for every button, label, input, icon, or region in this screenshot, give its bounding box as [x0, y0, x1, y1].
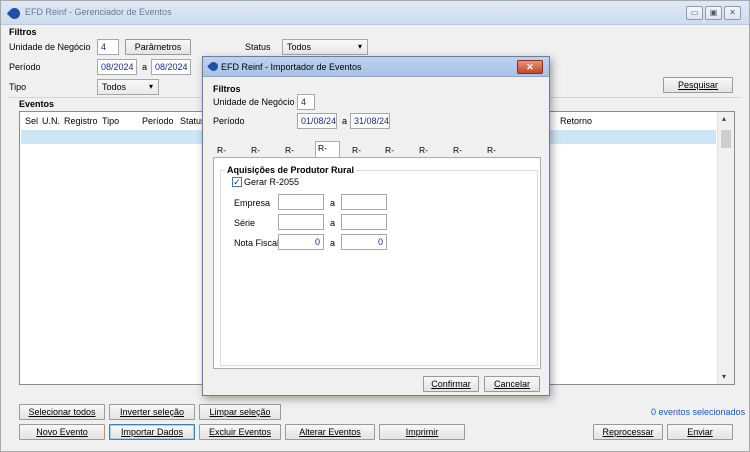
series-label: Série — [234, 218, 256, 228]
import-dialog: EFD Reinf - Importador de Eventos ✕ Filt… — [202, 56, 550, 396]
maximize-icon[interactable]: ▣ — [705, 6, 722, 20]
window-title: EFD Reinf - Gerenciador de Eventos — [25, 7, 172, 17]
invoice-from-field[interactable]: 0 — [278, 234, 324, 250]
status-label: Status — [245, 42, 271, 52]
company-from-field[interactable] — [278, 194, 324, 210]
new-event-label: Novo Evento — [36, 427, 88, 437]
scroll-up-icon[interactable]: ▴ — [722, 114, 726, 123]
column-header-sel[interactable]: Sel — [25, 116, 38, 126]
producer-group: Aquisições de Produtor Rural ✓ Gerar R-2… — [220, 165, 538, 366]
search-button[interactable]: Pesquisar — [663, 77, 733, 93]
tab-r-2010[interactable]: R-2010 — [214, 143, 239, 168]
generate-checkbox[interactable]: ✓ — [232, 177, 242, 187]
confirm-label: Confirmar — [431, 379, 471, 389]
select-all-label: Selecionar todos — [28, 407, 96, 417]
import-data-button[interactable]: Importar Dados — [109, 424, 195, 440]
reprocess-label: Reprocessar — [602, 427, 654, 437]
app-icon — [6, 5, 23, 22]
new-event-button[interactable]: Novo Evento — [19, 424, 105, 440]
scroll-down-icon[interactable]: ▾ — [722, 372, 726, 381]
selected-count: 0 eventos selecionados — [651, 407, 746, 417]
tab-page-r-2055: Aquisições de Produtor Rural ✓ Gerar R-2… — [213, 157, 541, 369]
invoice-label: Nota Fiscal — [234, 238, 280, 248]
dialog-close-button[interactable]: ✕ — [517, 60, 543, 74]
send-button[interactable]: Enviar — [667, 424, 733, 440]
tab-r-2055[interactable]: R-2055 — [315, 141, 340, 166]
chevron-down-icon: ▾ — [148, 82, 153, 91]
dialog-period-label: Período — [213, 116, 245, 126]
status-select-value: Todos — [287, 42, 312, 52]
period-to-field[interactable]: 08/2024 — [151, 59, 191, 75]
type-label: Tipo — [9, 82, 27, 92]
column-header-un[interactable]: U.N. — [42, 116, 60, 126]
company-to-field[interactable] — [341, 194, 387, 210]
period-label: Período — [9, 62, 41, 72]
tab-r-4010[interactable]: R-4010 — [382, 143, 407, 168]
company-range-sep: a — [330, 198, 336, 208]
dialog-period-separator: a — [342, 116, 348, 126]
app-icon — [207, 60, 220, 73]
dialog-title-bar: EFD Reinf - Importador de Eventos ✕ — [203, 57, 549, 77]
generate-checkbox-label[interactable]: Gerar R-2055 — [244, 177, 299, 187]
title-bar: EFD Reinf - Gerenciador de Eventos ▭ ▣ ✕ — [1, 1, 749, 25]
scrollbar-thumb[interactable] — [721, 130, 731, 148]
clear-selection-button[interactable]: Limpar seleção — [199, 404, 281, 420]
tab-r-4080[interactable]: R-4080 — [484, 143, 509, 168]
group-title: Aquisições de Produtor Rural — [225, 165, 357, 175]
filters-section-label: Filtros — [9, 27, 37, 37]
column-header-retorno[interactable]: Retorno — [560, 116, 592, 126]
import-data-label: Importar Dados — [120, 427, 184, 437]
invert-selection-button[interactable]: Inverter seleção — [109, 404, 195, 420]
cancel-button[interactable]: Cancelar — [484, 376, 540, 392]
column-header-periodo[interactable]: Período — [142, 116, 174, 126]
delete-events-button[interactable]: Excluir Eventos — [199, 424, 281, 440]
unit-label: Unidade de Negócio — [9, 42, 91, 52]
status-select[interactable]: Todos ▾ — [282, 39, 368, 55]
series-from-field[interactable] — [278, 214, 324, 230]
print-label: Imprimir — [405, 427, 439, 437]
column-header-tipo[interactable]: Tipo — [102, 116, 119, 126]
unit-field[interactable]: 4 — [97, 39, 119, 55]
tab-r-4040[interactable]: R-4040 — [450, 143, 475, 168]
type-select-value: Todos — [102, 82, 127, 92]
change-events-button[interactable]: Alterar Eventos — [285, 424, 375, 440]
confirm-button[interactable]: Confirmar — [423, 376, 479, 392]
print-button[interactable]: Imprimir — [379, 424, 465, 440]
select-all-button[interactable]: Selecionar todos — [19, 404, 105, 420]
clear-selection-label: Limpar seleção — [209, 407, 271, 417]
cancel-label: Cancelar — [493, 379, 531, 389]
invert-selection-label: Inverter seleção — [119, 407, 185, 417]
column-header-registro[interactable]: Registro — [64, 116, 98, 126]
tab-r-2060[interactable]: R-2060 — [349, 143, 374, 168]
events-section-label: Eventos — [19, 99, 55, 109]
dialog-title: EFD Reinf - Importador de Eventos — [221, 62, 362, 72]
dialog-period-to-field[interactable]: 31/08/24 — [350, 113, 390, 129]
company-label: Empresa — [234, 198, 271, 208]
params-button[interactable]: Parâmetros — [125, 39, 191, 55]
tab-r-4020[interactable]: R-4020 — [416, 143, 441, 168]
invoice-to-field[interactable]: 0 — [341, 234, 387, 250]
dialog-unit-field[interactable]: 4 — [297, 94, 315, 110]
close-icon[interactable]: ✕ — [724, 6, 741, 20]
change-events-label: Alterar Eventos — [299, 427, 361, 437]
tab-r-2050[interactable]: R-2050 — [282, 143, 307, 168]
period-separator: a — [142, 62, 148, 72]
invoice-range-sep: a — [330, 238, 336, 248]
delete-events-label: Excluir Eventos — [208, 427, 272, 437]
series-to-field[interactable] — [341, 214, 387, 230]
type-select[interactable]: Todos ▾ — [97, 79, 159, 95]
period-from-field[interactable]: 08/2024 — [97, 59, 137, 75]
send-label: Enviar — [687, 427, 713, 437]
series-range-sep: a — [330, 218, 336, 228]
reprocess-button[interactable]: Reprocessar — [593, 424, 663, 440]
dialog-period-from-field[interactable]: 01/08/24 — [297, 113, 337, 129]
dialog-filters-label: Filtros — [213, 84, 241, 94]
dialog-unit-label: Unidade de Negócio — [213, 97, 295, 107]
chevron-down-icon: ▾ — [357, 42, 362, 51]
minimize-icon[interactable]: ▭ — [686, 6, 703, 20]
search-button-label: Pesquisar — [677, 80, 719, 90]
vertical-scrollbar[interactable]: ▴ ▾ — [717, 112, 734, 384]
tab-r-2020[interactable]: R-2020 — [248, 143, 273, 168]
